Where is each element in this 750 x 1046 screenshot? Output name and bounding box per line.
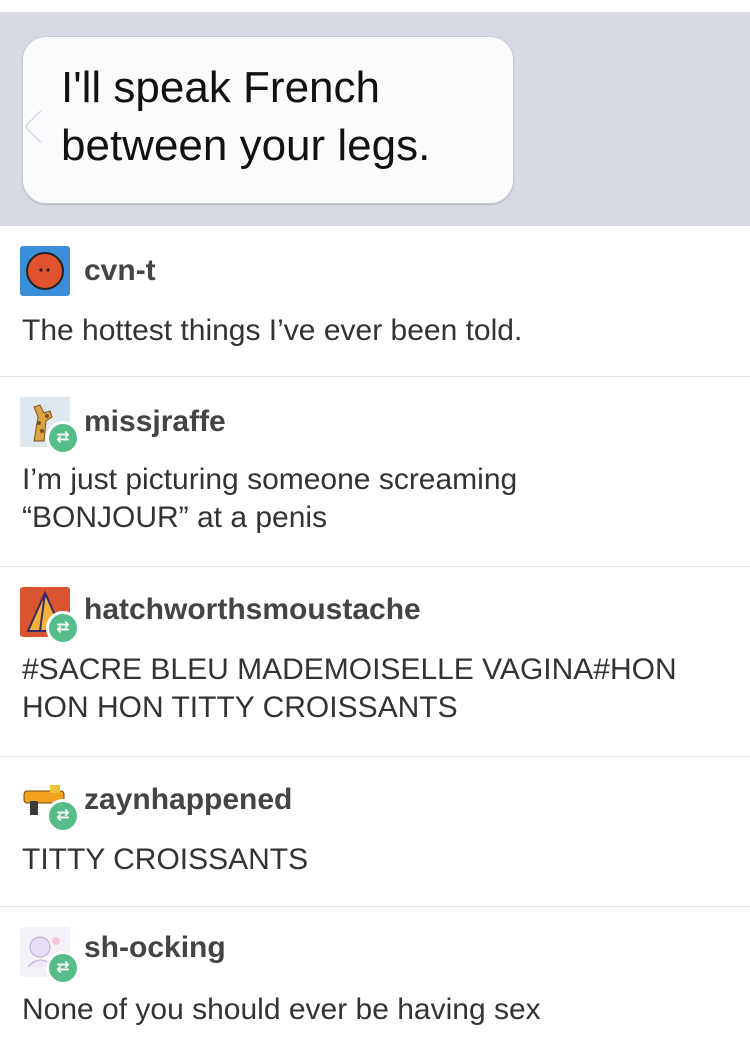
username[interactable]: cvn-t — [84, 254, 156, 288]
post-line: The hottest things I’ve ever been told. — [22, 314, 523, 347]
post-text: I’m just picturing someone screaming “BO… — [22, 461, 722, 537]
message-line: between your legs. — [61, 121, 431, 170]
post-line: “BONJOUR” at a penis — [22, 501, 328, 534]
bubble-tail — [24, 110, 57, 143]
username[interactable]: hatchworthsmoustache — [84, 593, 421, 627]
orange-circle-icon — [26, 252, 64, 290]
message-line: I'll speak French — [61, 63, 380, 112]
post-text: #SACRE BLEU MADEMOISELLE VAGINA#HON HON … — [22, 651, 722, 727]
post-missjraffe: ⇄ missjraffe I’m just picturing someone … — [0, 377, 750, 567]
username[interactable]: sh-ocking — [84, 931, 226, 965]
post-sh-ocking: ⇄ sh-ocking None of you should ever be h… — [0, 907, 750, 1046]
post-text: The hottest things I’ve ever been told. — [22, 312, 722, 350]
post-line: #SACRE BLEU MADEMOISELLE VAGINA#HON — [22, 653, 677, 686]
post-text: None of you should ever be having sex — [22, 991, 722, 1029]
reblog-icon: ⇄ — [46, 611, 80, 645]
post-line: HON HON TITTY CROISSANTS — [22, 691, 458, 724]
post-line: I’m just picturing someone screaming — [22, 463, 518, 496]
username[interactable]: missjraffe — [84, 405, 226, 439]
avatar[interactable] — [20, 246, 70, 296]
post-line: TITTY CROISSANTS — [22, 843, 309, 876]
post-hatchworthsmoustache: ⇄ hatchworthsmoustache #SACRE BLEU MADEM… — [0, 567, 750, 757]
message-text: I'll speak French between your legs. — [61, 59, 501, 175]
message-screenshot: I'll speak French between your legs. — [0, 12, 750, 226]
post-cvn-t: cvn-t The hottest things I’ve ever been … — [0, 226, 750, 377]
post-zaynhappened: ⇄ zaynhappened TITTY CROISSANTS — [0, 757, 750, 907]
reblog-icon: ⇄ — [46, 421, 80, 455]
username[interactable]: zaynhappened — [84, 783, 292, 817]
post-line: None of you should ever be having sex — [22, 993, 541, 1026]
reblog-icon: ⇄ — [46, 799, 80, 833]
reblog-icon: ⇄ — [46, 951, 80, 985]
post-text: TITTY CROISSANTS — [22, 841, 722, 879]
message-bubble: I'll speak French between your legs. — [22, 36, 514, 204]
